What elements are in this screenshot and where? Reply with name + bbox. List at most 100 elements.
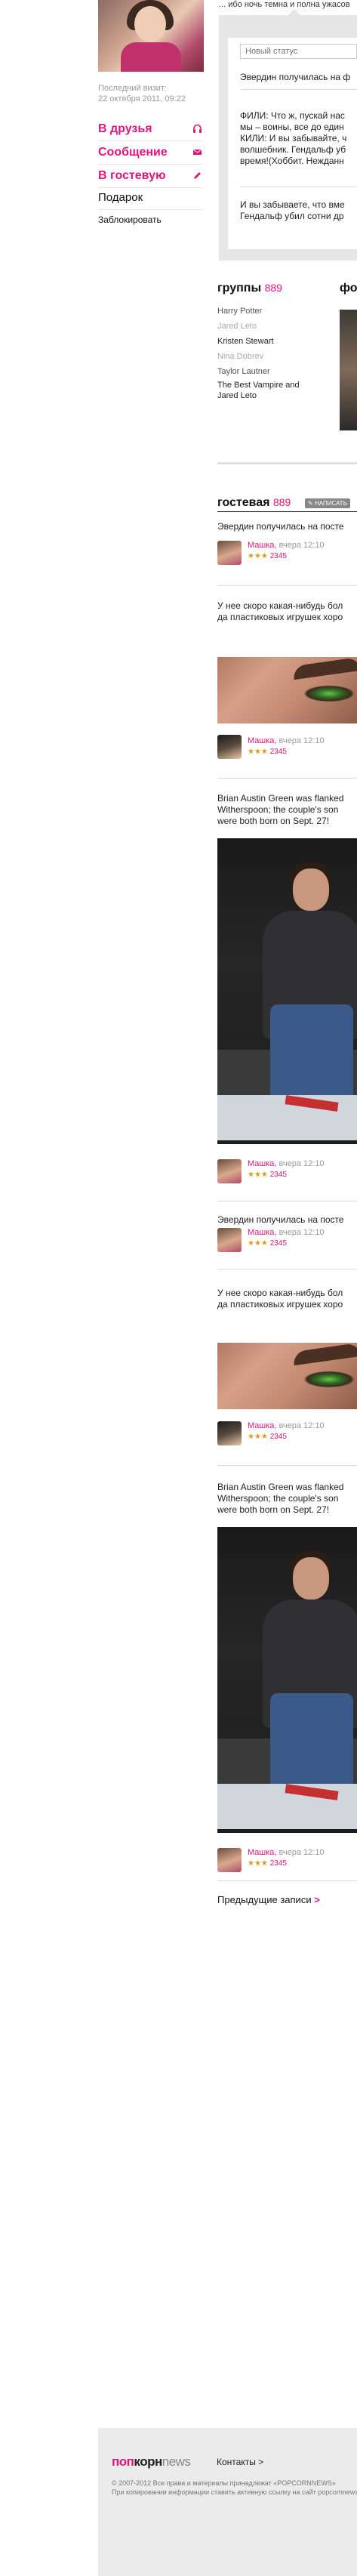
footer (98, 2428, 357, 2576)
group-item[interactable]: Taylor Lautner (217, 366, 315, 377)
group-item[interactable]: Jared Leto (217, 321, 315, 332)
post-text: Эвердин получилась на посте (217, 1214, 344, 1225)
previous-posts-link[interactable]: Предыдущие записи > (217, 1894, 320, 1905)
divider (98, 164, 202, 165)
copy-notice-text: При копировании информации ставить актив… (112, 2488, 357, 2496)
rating-points: 2345 (269, 1171, 287, 1179)
group-item[interactable]: Harry Potter (217, 306, 315, 316)
status-entry: ФИЛИ: Что ж, пускай нас (240, 110, 345, 121)
last-visit: Последний визит: 22 октября 2011, 09:22 (98, 83, 204, 104)
post-author[interactable]: Машка, вчера 12:10 (248, 1421, 325, 1430)
author-avatar[interactable] (217, 1228, 242, 1252)
guestbook-link[interactable]: В гостевую (98, 168, 202, 184)
post-text: да пластиковых игрушек хоро (217, 1299, 343, 1310)
logo-part: корн (134, 2454, 162, 2469)
speech-pointer-icon (287, 9, 302, 17)
author-rating: ★★★ 2345 (248, 1239, 287, 1248)
author-avatar[interactable] (217, 1159, 242, 1183)
divider (217, 1880, 357, 1881)
status-entry: мы – воины, все до един (240, 122, 344, 132)
copyright-text: © 2007-2012 Все права и материалы принад… (112, 2479, 336, 2487)
post-text: Witherspoon; the couple's son (217, 804, 339, 815)
guestbook-count[interactable]: 889 (273, 496, 291, 508)
author-name: Машка, (248, 1421, 277, 1430)
new-status-input[interactable] (240, 44, 357, 59)
group-item[interactable]: Kristen Stewart (217, 336, 315, 347)
groups-count[interactable]: 889 (265, 282, 282, 294)
post-image[interactable] (217, 838, 357, 1144)
status-entry: Гендальф убил сотни др (240, 211, 344, 221)
block-user-link[interactable]: Заблокировать (98, 214, 162, 225)
author-name: Машка, (248, 1228, 277, 1237)
post-text: У нее скоро какая-нибудь бол (217, 1288, 343, 1298)
previous-posts-label: Предыдущие записи (217, 1894, 312, 1905)
author-rating: ★★★ 2345 (248, 1859, 287, 1868)
status-top-line: ... ибо ночь темна и полна ужасов (219, 0, 350, 9)
contacts-link[interactable]: Контакты > (217, 2457, 263, 2467)
divider (240, 89, 357, 90)
author-name: Машка, (248, 736, 277, 745)
divider (98, 209, 202, 210)
pencil-icon: ✎ (308, 500, 313, 507)
logo-part: поп (112, 2454, 134, 2469)
rating-stars: ★★★ (248, 552, 268, 560)
author-rating: ★★★ 2345 (248, 748, 287, 756)
post-time: вчера 12:10 (279, 1421, 325, 1430)
rating-points: 2345 (269, 748, 287, 756)
post-image[interactable] (217, 657, 357, 723)
rating-points: 2345 (269, 1859, 287, 1868)
author-avatar[interactable] (217, 1421, 242, 1445)
post-text: Brian Austin Green was flanked (217, 1482, 344, 1492)
add-friend-label: В друзья (98, 122, 152, 135)
guestbook-title: гостевая (217, 496, 270, 509)
gift-link[interactable]: Подарок (98, 191, 143, 204)
post-author[interactable]: Машка, вчера 12:10 (248, 1159, 325, 1168)
author-avatar[interactable] (217, 1848, 242, 1872)
post-image[interactable] (217, 1343, 357, 1409)
author-name: Машка, (248, 1848, 277, 1857)
post-time: вчера 12:10 (279, 736, 325, 745)
site-logo[interactable]: попкорнnews (112, 2454, 191, 2470)
divider (98, 187, 202, 188)
groups-heading: группы 889 (217, 282, 282, 295)
post-text: Эвердин получилась на посте (217, 521, 344, 532)
post-text: У нее скоро какая-нибудь бол (217, 600, 343, 611)
group-item[interactable]: Nina Dobrev (217, 351, 315, 362)
send-message-link[interactable]: Сообщение (98, 144, 202, 161)
author-avatar[interactable] (217, 735, 242, 759)
rating-stars: ★★★ (248, 1433, 268, 1441)
post-time: вчера 12:10 (279, 1848, 325, 1857)
write-post-label: НАПИСАТЬ (314, 500, 347, 507)
rating-points: 2345 (269, 1239, 287, 1248)
post-time: вчера 12:10 (279, 541, 325, 550)
rating-points: 2345 (269, 552, 287, 560)
divider (217, 778, 357, 779)
status-entry: волшебник. Гендальф уб (240, 144, 346, 155)
post-author[interactable]: Машка, вчера 12:10 (248, 1228, 325, 1237)
post-image[interactable] (217, 1527, 357, 1833)
pencil-icon (192, 171, 202, 180)
write-post-button[interactable]: ✎ НАПИСАТЬ (305, 498, 350, 508)
add-friend-link[interactable]: В друзья (98, 121, 202, 137)
author-avatar[interactable] (217, 541, 242, 565)
author-name: Машка, (248, 541, 277, 550)
headphones-icon (192, 124, 202, 134)
group-item[interactable]: The Best Vampire and Jared Leto (217, 380, 319, 401)
rating-stars: ★★★ (248, 1171, 268, 1179)
status-entry: Эвердин получилась на ф (240, 72, 351, 82)
author-rating: ★★★ 2345 (248, 552, 287, 560)
profile-photo (98, 0, 204, 72)
divider (217, 585, 357, 586)
post-author[interactable]: Машка, вчера 12:10 (248, 1848, 325, 1857)
arrow-right-icon: > (314, 1894, 320, 1905)
post-author[interactable]: Машка, вчера 12:10 (248, 541, 325, 550)
post-time: вчера 12:10 (279, 1228, 325, 1237)
photo-thumbnail[interactable] (340, 310, 357, 430)
logo-part: news (162, 2454, 191, 2469)
post-author[interactable]: Машка, вчера 12:10 (248, 736, 325, 745)
post-text: да пластиковых игрушек хоро (217, 612, 343, 622)
author-rating: ★★★ 2345 (248, 1433, 287, 1441)
envelope-icon (192, 147, 202, 157)
status-entry: время!(Хоббит. Нежданн (240, 156, 344, 166)
photos-heading: фот (340, 282, 357, 295)
